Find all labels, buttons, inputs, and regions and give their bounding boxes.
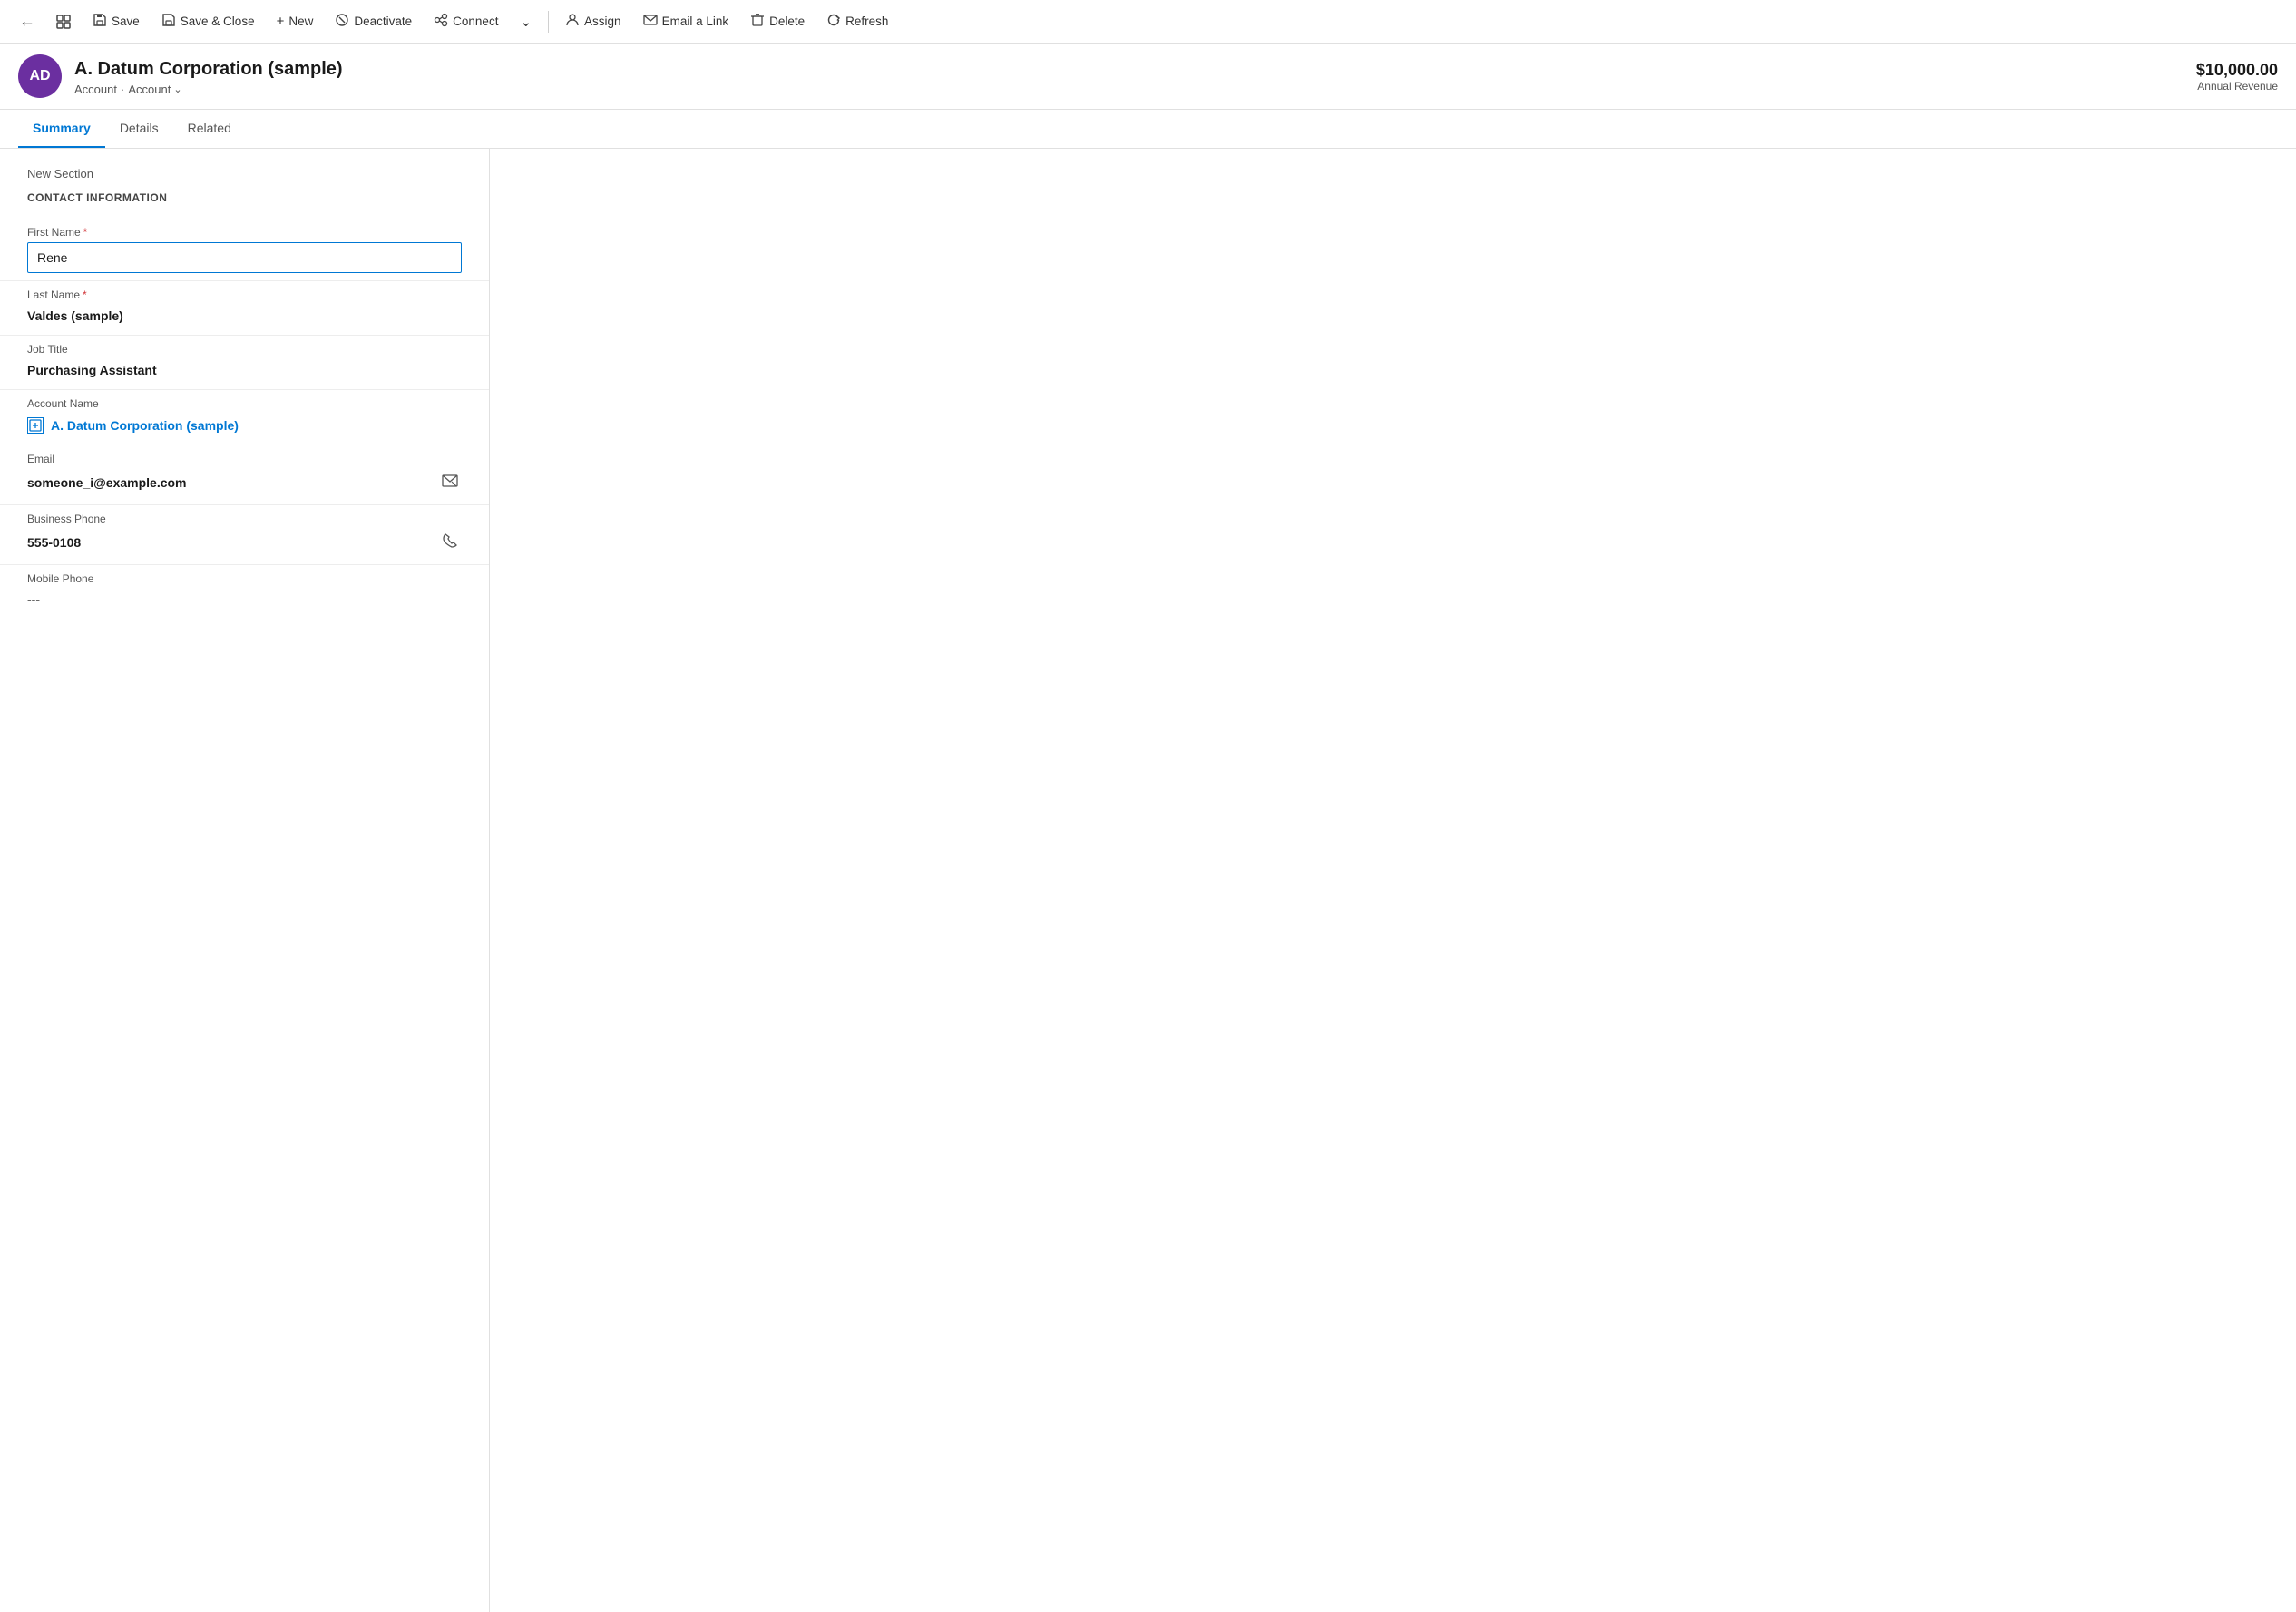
- mobile-phone-label: Mobile Phone: [27, 572, 462, 585]
- account-name-label: Account Name: [27, 397, 462, 410]
- business-phone-field: Business Phone 555-0108: [0, 505, 489, 565]
- assign-button[interactable]: Assign: [556, 7, 630, 36]
- more-icon: ⌄: [520, 14, 532, 30]
- last-name-value[interactable]: Valdes (sample): [27, 305, 462, 327]
- email-value[interactable]: someone_i@example.com: [27, 472, 187, 494]
- account-name-link[interactable]: A. Datum Corporation (sample): [27, 414, 462, 437]
- breadcrumb: Account · Account ⌄: [74, 83, 2196, 96]
- refresh-button[interactable]: Refresh: [817, 7, 897, 36]
- business-phone-value[interactable]: 555-0108: [27, 532, 81, 554]
- toolbar-separator: [548, 11, 549, 33]
- delete-button[interactable]: Delete: [741, 7, 814, 36]
- breadcrumb-type: Account: [74, 83, 117, 96]
- delete-icon: [750, 13, 765, 31]
- chevron-down-icon: ⌄: [173, 83, 181, 95]
- email-link-icon: [643, 13, 658, 31]
- business-phone-label: Business Phone: [27, 513, 462, 525]
- tab-details[interactable]: Details: [105, 110, 173, 148]
- assign-label: Assign: [584, 15, 621, 28]
- delete-label: Delete: [769, 15, 805, 28]
- connect-icon: [434, 13, 448, 31]
- account-link-icon: [27, 417, 44, 434]
- email-field: Email someone_i@example.com: [0, 445, 489, 505]
- record-header: AD A. Datum Corporation (sample) Account…: [0, 44, 2296, 110]
- section-title: New Section: [0, 167, 489, 191]
- save-icon: [93, 13, 107, 31]
- tabs-bar: Summary Details Related: [0, 110, 2296, 149]
- deactivate-icon: [335, 13, 349, 31]
- refresh-label: Refresh: [845, 15, 888, 28]
- first-name-required: *: [83, 226, 88, 239]
- more-button[interactable]: ⌄: [511, 8, 541, 35]
- email-link-button[interactable]: Email a Link: [634, 7, 738, 36]
- last-name-required: *: [83, 288, 87, 301]
- annual-revenue-label: Annual Revenue: [2196, 80, 2278, 93]
- new-label: New: [288, 15, 313, 28]
- new-icon: +: [277, 14, 285, 29]
- right-panel: [490, 149, 2296, 1612]
- avatar: AD: [18, 54, 62, 98]
- new-button[interactable]: + New: [268, 8, 323, 34]
- connect-button[interactable]: Connect: [425, 7, 507, 36]
- account-name-value: A. Datum Corporation (sample): [51, 418, 239, 433]
- account-name-field: Account Name A. Datum Corporation (sampl…: [0, 390, 489, 445]
- mobile-phone-value[interactable]: ---: [27, 589, 462, 611]
- tab-related[interactable]: Related: [173, 110, 246, 148]
- save-label: Save: [112, 15, 140, 28]
- last-name-label: Last Name *: [27, 288, 462, 301]
- grid-view-button[interactable]: [47, 5, 80, 38]
- save-close-button[interactable]: Save & Close: [152, 7, 264, 36]
- email-link-label: Email a Link: [662, 15, 729, 28]
- deactivate-label: Deactivate: [354, 15, 412, 28]
- save-close-icon: [161, 13, 176, 31]
- business-phone-row: 555-0108: [27, 529, 462, 557]
- tab-summary[interactable]: Summary: [18, 110, 105, 148]
- breadcrumb-entity-label: Account: [128, 83, 171, 96]
- save-button[interactable]: Save: [83, 7, 149, 36]
- record-info: A. Datum Corporation (sample) Account · …: [74, 57, 2196, 96]
- last-name-field: Last Name * Valdes (sample): [0, 281, 489, 336]
- connect-label: Connect: [453, 15, 498, 28]
- email-label: Email: [27, 453, 462, 465]
- mobile-phone-field: Mobile Phone ---: [0, 565, 489, 619]
- toolbar: ← Save Save & Close + New Deactivate: [0, 0, 2296, 44]
- save-close-label: Save & Close: [181, 15, 255, 28]
- first-name-field: First Name *: [0, 219, 489, 281]
- job-title-field: Job Title Purchasing Assistant: [0, 336, 489, 390]
- deactivate-button[interactable]: Deactivate: [326, 7, 421, 36]
- first-name-input[interactable]: [27, 242, 462, 273]
- record-title: A. Datum Corporation (sample): [74, 57, 2196, 81]
- job-title-value[interactable]: Purchasing Assistant: [27, 359, 462, 382]
- back-button[interactable]: ←: [11, 5, 44, 38]
- assign-icon: [565, 13, 580, 31]
- main-content: New Section CONTACT INFORMATION First Na…: [0, 149, 2296, 1612]
- email-row: someone_i@example.com: [27, 469, 462, 497]
- section-heading: CONTACT INFORMATION: [0, 191, 489, 219]
- header-right: $10,000.00 Annual Revenue: [2196, 61, 2278, 93]
- first-name-label: First Name *: [27, 226, 462, 239]
- refresh-icon: [826, 13, 841, 31]
- left-panel: New Section CONTACT INFORMATION First Na…: [0, 149, 490, 1612]
- email-action-icon[interactable]: [438, 469, 462, 497]
- phone-action-icon[interactable]: [438, 529, 462, 557]
- annual-revenue-value: $10,000.00: [2196, 61, 2278, 80]
- breadcrumb-entity-link[interactable]: Account ⌄: [128, 83, 181, 96]
- job-title-label: Job Title: [27, 343, 462, 356]
